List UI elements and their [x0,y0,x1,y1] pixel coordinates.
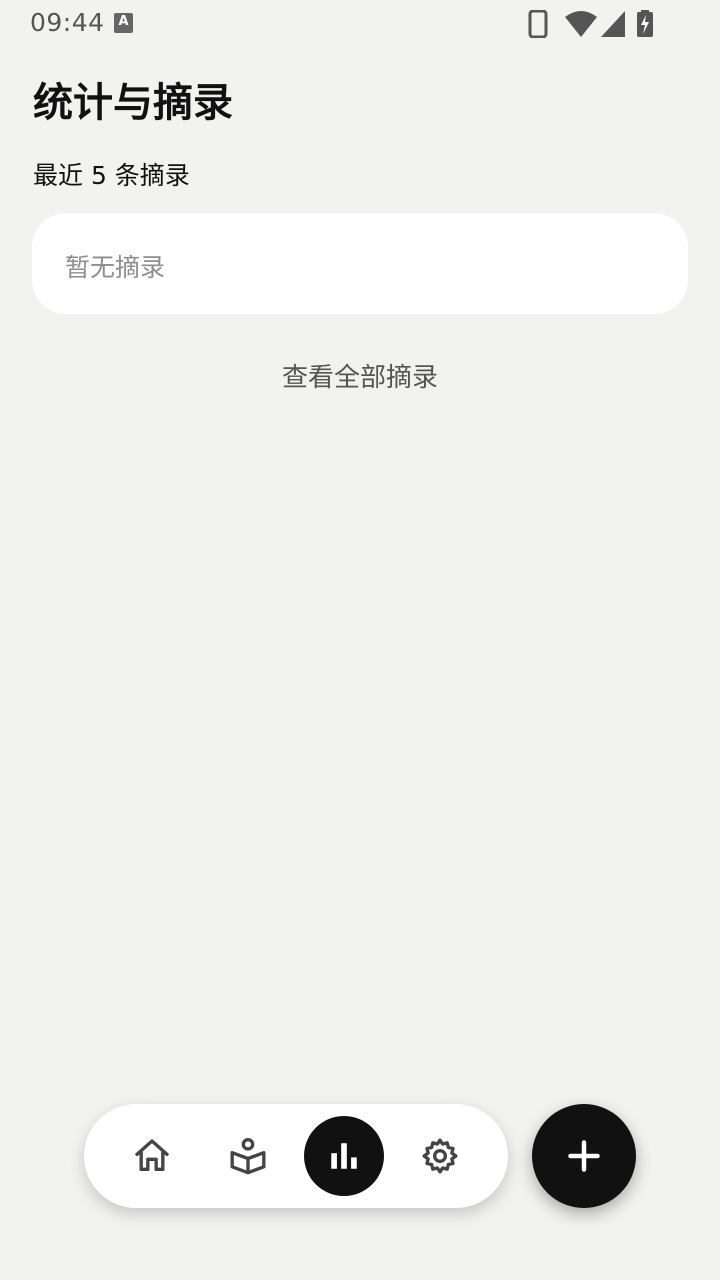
phone-icon [528,10,548,38]
nav-reading-button[interactable] [208,1116,288,1196]
plus-icon [568,1140,600,1172]
wifi-icon [565,11,597,37]
status-bar: 09:44 A [0,0,720,48]
bottom-navigation [84,1104,508,1208]
add-excerpt-fab[interactable] [532,1104,636,1208]
nav-stats-button[interactable] [304,1116,384,1196]
battery-charging-icon [637,10,653,37]
settings-icon [422,1138,458,1174]
empty-state-text: 暂无摘录 [65,253,166,282]
notification-a-icon: A [114,13,133,33]
signal-icon [601,11,625,37]
nav-settings-button[interactable] [400,1116,480,1196]
reading-icon [230,1138,266,1175]
status-time: 09:44 [30,8,105,37]
status-icons [528,10,668,38]
view-all-excerpts-button[interactable]: 查看全部摘录 [0,357,720,394]
home-icon [135,1139,169,1171]
stats-icon [331,1143,357,1169]
excerpts-empty-card: 暂无摘录 [32,213,688,314]
page-title: 统计与摘录 [33,80,233,126]
recent-excerpts-label: 最近 5 条摘录 [33,161,190,190]
nav-home-button[interactable] [112,1116,192,1196]
